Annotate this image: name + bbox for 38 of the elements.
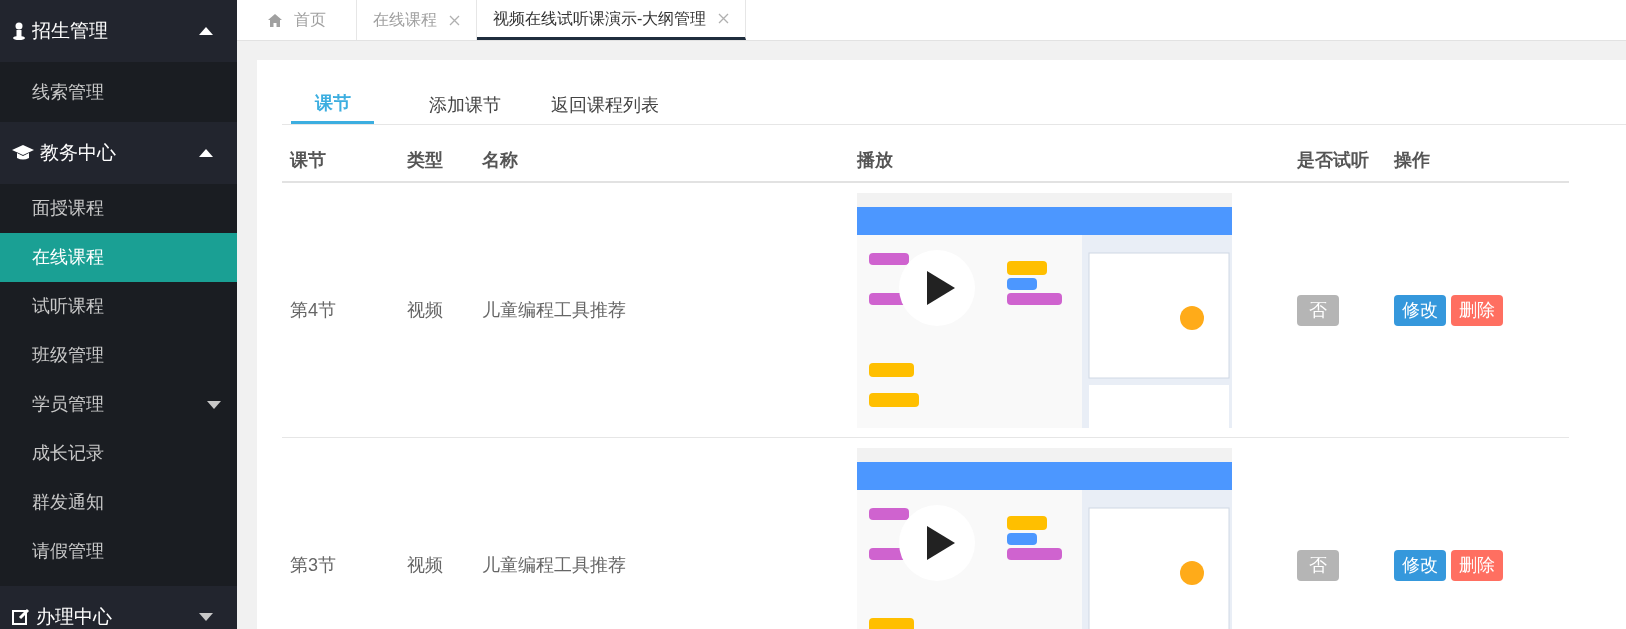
- column-header: 类型: [407, 148, 444, 172]
- page-tab[interactable]: 视频在线试听课演示-大纲管理: [477, 0, 747, 40]
- column-header: 是否试听: [1297, 148, 1370, 172]
- content-tab[interactable]: 添加课节: [404, 86, 526, 124]
- sidebar-item[interactable]: 群发通知: [0, 478, 237, 527]
- table-cell-text: 第3节: [289, 553, 337, 577]
- column-header: 操作: [1394, 148, 1431, 172]
- caret-up-icon: [199, 27, 213, 35]
- close-icon[interactable]: [718, 13, 730, 24]
- trial-badge: 否: [1297, 549, 1339, 581]
- sidebar-item[interactable]: 班级管理: [0, 331, 237, 380]
- graduation-cap-icon: [12, 145, 34, 161]
- sidebar-section-header[interactable]: 教务中心: [0, 122, 237, 184]
- sidebar-section-header[interactable]: 招生管理: [0, 0, 237, 62]
- person-icon: [12, 22, 26, 40]
- caret-down-icon: [199, 613, 213, 621]
- sidebar-item[interactable]: 试听课程: [0, 282, 237, 331]
- caret-up-icon: [199, 149, 213, 157]
- edit-icon: [12, 608, 30, 626]
- caret-down-icon: [207, 400, 221, 409]
- close-icon[interactable]: [449, 14, 460, 26]
- column-header: 名称: [482, 148, 519, 172]
- table-cell-text: 视频: [407, 553, 444, 577]
- table-cell-text: 儿童编程工具推荐: [482, 553, 627, 577]
- sidebar-section-header[interactable]: 办理中心: [0, 586, 237, 629]
- column-header: 播放: [857, 148, 894, 172]
- home-icon: [267, 13, 282, 27]
- trial-badge: 否: [1297, 294, 1339, 326]
- column-header: 课节: [288, 148, 327, 172]
- table-cell-text: 儿童编程工具推荐: [482, 298, 627, 322]
- sidebar-item[interactable]: 成长记录: [0, 429, 237, 478]
- sidebar-item[interactable]: 学员管理: [0, 380, 237, 429]
- content-tab[interactable]: 返回课程列表: [526, 86, 684, 124]
- sidebar-item[interactable]: 面授课程: [0, 184, 237, 233]
- sidebar-item[interactable]: 请假管理: [0, 527, 237, 576]
- table-cell-text: 第4节: [289, 298, 337, 322]
- table-cell-text: 视频: [407, 298, 444, 322]
- sidebar-item[interactable]: 线索管理: [0, 62, 237, 122]
